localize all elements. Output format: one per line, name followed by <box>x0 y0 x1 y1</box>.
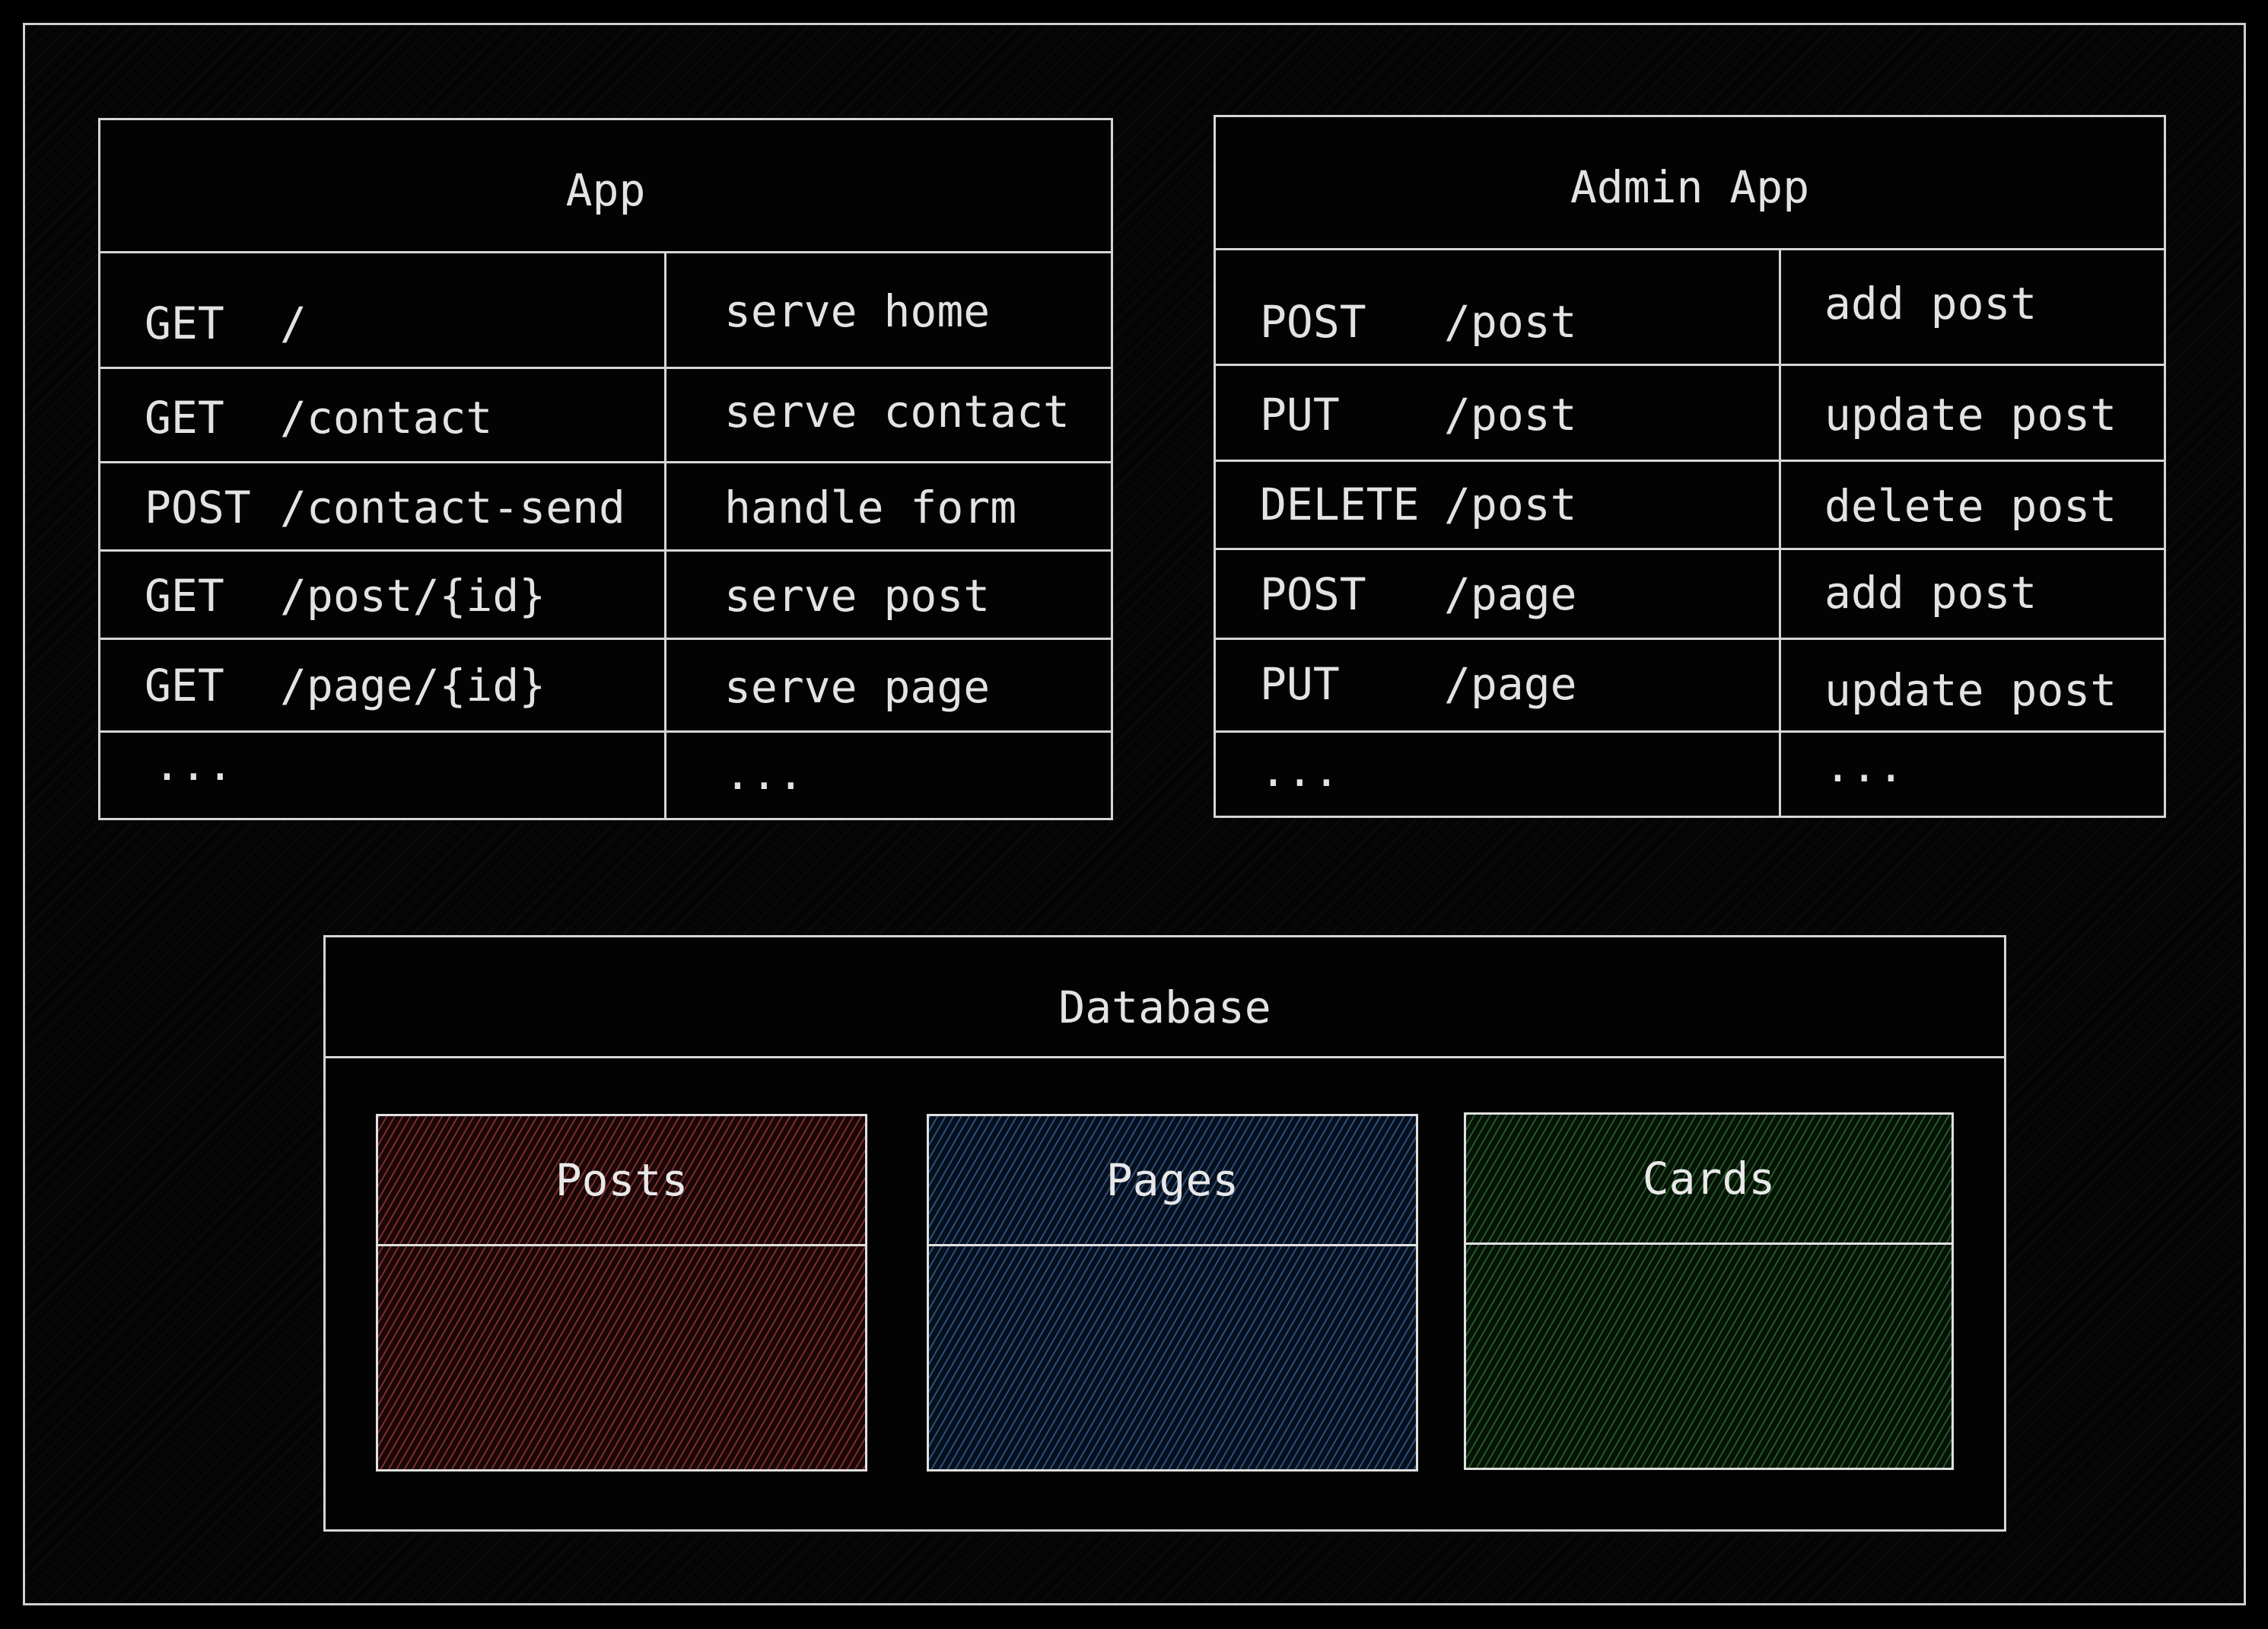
action-cell: update post <box>1824 389 2117 441</box>
cards-table-title: Cards <box>1642 1153 1776 1204</box>
path-cell: /page/{id} <box>280 660 546 711</box>
app-title: App <box>565 164 646 216</box>
divider <box>929 1244 1416 1246</box>
method-cell: POST <box>1260 568 1366 620</box>
path-cell: /contact-send <box>280 482 625 533</box>
action-cell: serve home <box>724 285 991 337</box>
method-cell: GET <box>145 297 224 349</box>
action-cell: serve post <box>724 570 991 622</box>
divider <box>100 251 1111 253</box>
admin-app-title: Admin App <box>1570 161 1810 213</box>
method-cell: ... <box>154 739 234 791</box>
posts-table-title: Posts <box>555 1154 689 1206</box>
method-cell: PUT <box>1260 658 1340 710</box>
method-cell: GET <box>145 660 224 711</box>
database-box: Database Posts Pages Cards <box>323 935 2006 1532</box>
action-cell: ... <box>724 748 804 800</box>
method-cell: ... <box>1260 745 1340 797</box>
divider <box>1216 548 2164 550</box>
path-cell: /post <box>1444 389 1577 441</box>
divider <box>1216 730 2164 733</box>
posts-table: Posts <box>376 1114 867 1472</box>
divider <box>100 638 1111 640</box>
cards-table: Cards <box>1464 1112 1954 1470</box>
divider <box>1216 364 2164 366</box>
database-title: Database <box>1058 982 1271 1033</box>
method-cell: GET <box>145 392 224 444</box>
method-cell: POST <box>145 482 251 533</box>
divider <box>100 549 1111 552</box>
divider <box>100 367 1111 369</box>
path-cell: /post <box>1444 479 1577 530</box>
path-cell: /page <box>1444 568 1577 620</box>
path-cell: /contact <box>280 392 493 444</box>
action-cell: add post <box>1824 278 2037 329</box>
app-box: App GET / serve home GET /contact serve … <box>98 118 1113 820</box>
path-cell: /page <box>1444 658 1577 710</box>
divider <box>1466 1242 1951 1245</box>
path-cell: /post/{id} <box>280 570 546 622</box>
action-cell: ... <box>1824 740 1904 792</box>
divider <box>100 730 1111 733</box>
action-cell: handle form <box>724 482 1017 533</box>
divider <box>1216 638 2164 640</box>
column-divider <box>1779 248 1781 816</box>
action-cell: serve contact <box>724 386 1070 437</box>
admin-app-box: Admin App POST /post add post PUT /post … <box>1214 115 2166 818</box>
divider <box>326 1056 2004 1058</box>
column-divider <box>664 251 666 818</box>
path-cell: /post <box>1444 296 1577 348</box>
pages-table-title: Pages <box>1105 1154 1239 1206</box>
method-cell: POST <box>1260 296 1366 348</box>
divider <box>1216 248 2164 250</box>
divider <box>378 1244 865 1246</box>
method-cell: GET <box>145 570 224 622</box>
action-cell: serve page <box>724 661 991 713</box>
action-cell: delete post <box>1824 480 2117 532</box>
divider <box>1216 460 2164 462</box>
action-cell: add post <box>1824 567 2037 619</box>
diagram-frame: App GET / serve home GET /contact serve … <box>23 23 2246 1605</box>
pages-table: Pages <box>927 1114 1418 1472</box>
method-cell: PUT <box>1260 389 1340 441</box>
path-cell: / <box>280 297 307 349</box>
action-cell: update post <box>1824 664 2117 716</box>
divider <box>100 461 1111 463</box>
method-cell: DELETE <box>1260 479 1420 530</box>
